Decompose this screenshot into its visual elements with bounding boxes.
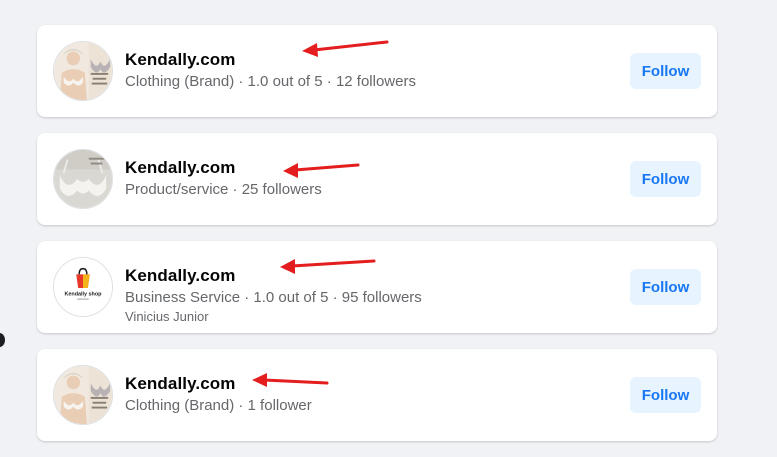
logo-text: Kendally shop [65, 292, 103, 298]
model-with-bra-photo-icon[interactable] [53, 41, 113, 101]
red-arrow-icon [302, 40, 389, 57]
result-card[interactable]: Kendally.com Product/service · 25 follow… [37, 133, 717, 225]
follow-button[interactable]: Follow [630, 161, 701, 197]
model-with-bra-photo-icon[interactable] [53, 365, 113, 425]
follow-button[interactable]: Follow [630, 269, 701, 305]
bra-product-photo-icon[interactable] [53, 149, 113, 209]
red-arrow-icon [252, 373, 329, 387]
page-meta: Clothing (Brand) · 1 follower [125, 397, 312, 414]
red-arrow-icon [280, 259, 376, 274]
page-subtext: Vinicius Junior [125, 309, 209, 324]
page-meta: Product/service · 25 followers [125, 181, 322, 198]
red-arrow-icon [283, 163, 360, 178]
result-card[interactable]: Kendally.com Clothing (Brand) · 1 follow… [37, 349, 717, 441]
scroll-edge-marker [0, 333, 5, 347]
kendally-shop-logo-icon[interactable]: Kendally shop [53, 257, 113, 317]
page-meta: Clothing (Brand) · 1.0 out of 5 · 12 fol… [125, 73, 416, 90]
search-results-page: Kendally.com Clothing (Brand) · 1.0 out … [0, 0, 777, 457]
follow-button[interactable]: Follow [630, 377, 701, 413]
follow-button[interactable]: Follow [630, 53, 701, 89]
page-meta: Business Service · 1.0 out of 5 · 95 fol… [125, 289, 422, 306]
